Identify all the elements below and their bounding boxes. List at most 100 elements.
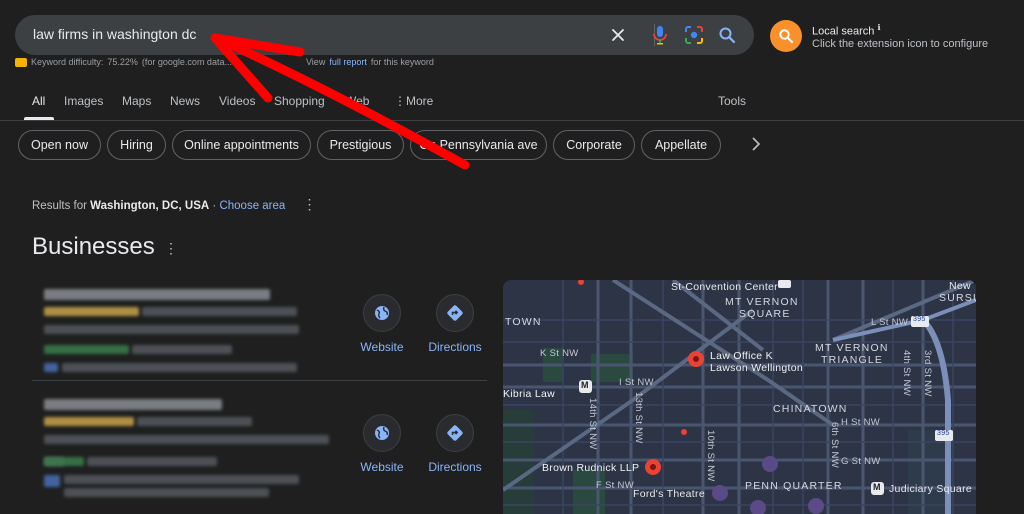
chip-online-appointments[interactable]: Online appointments <box>172 130 311 160</box>
local-search-extension-icon[interactable] <box>770 20 802 52</box>
globe-icon[interactable] <box>363 414 401 452</box>
blurred-address <box>44 325 299 334</box>
map-pin-icon[interactable] <box>644 458 662 476</box>
blurred-hours <box>87 457 217 466</box>
tab-images[interactable]: Images <box>64 94 103 108</box>
business-listing[interactable] <box>32 285 487 380</box>
map-label-mt-vernon-square: MT VERNON <box>725 296 799 308</box>
blurred-snippet-2 <box>64 488 269 497</box>
results-location: Washington, DC, USA <box>90 200 210 212</box>
blurred-status <box>44 457 84 466</box>
map-label-l-st: L St NW <box>871 317 909 328</box>
map-label-h-st: H St NW <box>841 417 881 428</box>
keyword-view-text: View <box>305 57 326 67</box>
keyword-source: (for google.com data... <box>141 57 232 67</box>
blurred-snippet <box>62 363 297 372</box>
map-label-penn-quarter: PENN QUARTER <box>745 480 843 492</box>
directions-label[interactable]: Directions <box>420 460 490 474</box>
map-label-4th-st: 4th St NW <box>901 350 912 396</box>
info-icon[interactable]: ℹ <box>877 23 880 32</box>
businesses-heading: Businesses <box>32 233 155 260</box>
tab-all[interactable]: All <box>32 94 45 108</box>
blurred-detail <box>137 417 252 426</box>
chip-corporate[interactable]: Corporate <box>553 130 635 160</box>
metro-icon: M <box>581 380 589 390</box>
search-input[interactable]: law firms in washington dc <box>33 26 196 42</box>
website-button[interactable]: Website <box>347 294 417 354</box>
keyword-difficulty-bar: Keyword difficulty: 75.22% (for google.c… <box>15 57 434 67</box>
clear-icon[interactable] <box>606 23 630 47</box>
blurred-rating <box>44 417 134 426</box>
blurred-hours <box>132 345 232 354</box>
map-label-3rd-st: 3rd St NW <box>922 350 933 397</box>
map-label-10th-st: 10th St NW <box>705 430 716 482</box>
map-label-judiciary-square: Judiciary Square <box>889 483 973 495</box>
chip-on-pennsylvania-ave[interactable]: On Pennsylvania ave <box>410 130 547 160</box>
map-label-6th-st: 6th St NW <box>829 422 840 468</box>
map-label-13th-st: 13th St NW <box>633 392 644 444</box>
map-label-fords-theatre: Ford's Theatre <box>633 488 705 500</box>
map-pin-icon[interactable] <box>687 350 705 368</box>
map-label-law-office[interactable]: Law Office K <box>710 350 773 362</box>
microphone-icon[interactable] <box>648 23 672 47</box>
search-tabs: All Images Maps News Videos Shopping Web… <box>0 88 1024 120</box>
tab-shopping[interactable]: Shopping <box>274 94 325 108</box>
website-label[interactable]: Website <box>347 340 417 354</box>
blurred-snippet-icon <box>44 475 60 487</box>
globe-icon[interactable] <box>363 294 401 332</box>
map-panel[interactable]: St-Convention Center MT VERNON SQUARE MT… <box>503 280 976 514</box>
tab-tools[interactable]: Tools <box>718 94 746 108</box>
results-separator: · <box>209 200 220 212</box>
map-label-new: New <box>949 280 971 292</box>
tab-videos[interactable]: Videos <box>219 94 255 108</box>
map-label-sursu: SURSU <box>939 292 976 304</box>
map-label-town: TOWN <box>505 316 542 328</box>
directions-label[interactable]: Directions <box>420 340 490 354</box>
results-more-icon[interactable]: ⋮ <box>303 196 317 212</box>
map-label-kibria-law[interactable]: Kibria Law <box>503 388 555 400</box>
map-label-chinatown: CHINATOWN <box>773 403 848 415</box>
metro-icon: M <box>873 482 881 492</box>
directions-button[interactable]: Directions <box>420 414 490 474</box>
tab-maps[interactable]: Maps <box>122 94 151 108</box>
website-label[interactable]: Website <box>347 460 417 474</box>
map-label-g-st: G St NW <box>841 456 881 467</box>
chip-hiring[interactable]: Hiring <box>107 130 166 160</box>
business-listing[interactable] <box>32 395 487 497</box>
tabs-divider <box>0 120 1024 121</box>
keyword-suffix: for this keyword <box>370 57 434 67</box>
lens-icon[interactable] <box>682 23 706 47</box>
map-label-brown-rudnick[interactable]: Brown Rudnick LLP <box>542 462 639 474</box>
extension-title: Local search ℹ <box>812 23 881 38</box>
chevron-right-icon[interactable] <box>746 134 766 154</box>
website-button[interactable]: Website <box>347 414 417 474</box>
tab-more[interactable]: More <box>406 94 433 108</box>
map-label-mt-vernon-square-2: SQUARE <box>739 308 791 320</box>
more-dots-icon[interactable]: ⋮ <box>394 94 406 108</box>
chip-prestigious[interactable]: Prestigious <box>317 130 404 160</box>
businesses-more-icon[interactable]: ⋮ <box>164 240 178 257</box>
route-395-shield: 395 <box>937 430 950 437</box>
keyword-difficulty-value: 75.22% <box>107 57 138 67</box>
results-for-line: Results for Washington, DC, USA · Choose… <box>32 196 317 213</box>
map-label-law-office-2[interactable]: Lawson Wellington <box>710 362 803 374</box>
directions-button[interactable]: Directions <box>420 294 490 354</box>
search-icon[interactable] <box>715 23 739 47</box>
results-for-prefix: Results for <box>32 200 87 212</box>
tab-web[interactable]: Web <box>345 94 369 108</box>
directions-icon[interactable] <box>436 294 474 332</box>
choose-area-link[interactable]: Choose area <box>219 200 285 212</box>
route-395-shield: 395 <box>913 316 926 323</box>
blurred-business-name <box>44 399 222 410</box>
map-label-convention-center: St-Convention Center <box>671 281 778 293</box>
chip-open-now[interactable]: Open now <box>18 130 101 160</box>
chip-appellate[interactable]: Appellate <box>641 130 721 160</box>
directions-icon[interactable] <box>436 414 474 452</box>
blurred-snippet-icon <box>44 363 58 372</box>
full-report-link[interactable]: full report <box>329 57 367 67</box>
map-label-i-st: I St NW <box>619 377 654 388</box>
tab-news[interactable]: News <box>170 94 200 108</box>
map-label-mt-vernon-triangle: MT VERNON <box>815 342 889 354</box>
blurred-address <box>44 435 329 444</box>
search-bar[interactable]: law firms in washington dc <box>15 15 754 55</box>
